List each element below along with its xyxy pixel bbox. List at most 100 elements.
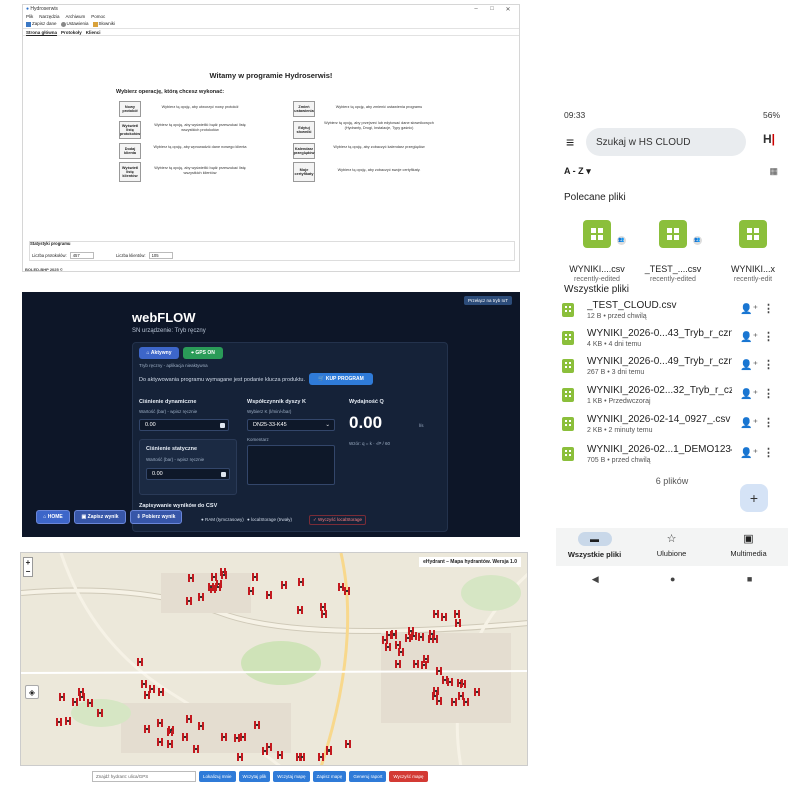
hydrant-marker[interactable] (65, 716, 72, 725)
hydrant-marker[interactable] (237, 753, 243, 761)
hydrant-marker[interactable] (463, 697, 470, 706)
add-file-button[interactable]: + (740, 484, 768, 512)
hydrant-marker[interactable] (397, 647, 404, 656)
hydrant-marker[interactable] (254, 720, 261, 729)
hydrant-marker[interactable] (187, 573, 194, 582)
menu-pomoc[interactable]: Pomoc (91, 14, 105, 19)
hydrant-marker[interactable] (297, 605, 304, 614)
edit-dictionaries-button[interactable]: Edytuj słowniki (293, 121, 315, 139)
hydrant-marker[interactable] (221, 570, 228, 579)
hydrant-marker[interactable] (157, 737, 164, 746)
hydrant-search-input[interactable]: Znajdź hydrant: ulica/GPS (92, 770, 196, 782)
menu-narzedzia[interactable]: Narzędzia (39, 14, 59, 19)
hydrant-marker[interactable] (198, 721, 205, 730)
tab-clients[interactable]: Klienci (86, 30, 101, 35)
hydrant-marker[interactable] (435, 667, 442, 676)
hydrant-marker[interactable] (474, 688, 481, 696)
hydrant-marker[interactable] (185, 714, 192, 723)
nav-download-result-button[interactable]: ⇩ Pobierz wynik (130, 510, 182, 524)
hydrant-marker[interactable] (168, 725, 175, 734)
sort-toggle[interactable]: A - Z ▾ (564, 166, 591, 177)
file-row[interactable]: WYNIKI_2026-0...49_Tryb_r_czny 267 B • 3 … (562, 356, 784, 380)
hydrant-marker[interactable] (344, 739, 351, 748)
hydrant-marker[interactable] (420, 661, 427, 670)
nav-all-files[interactable]: ▬ Wszystkie pliki (556, 532, 633, 559)
menu-plik[interactable]: Plik (26, 14, 33, 19)
hydrant-marker[interactable] (240, 732, 247, 741)
nav-media[interactable]: ▣ Multimedia (710, 532, 787, 558)
load-map-button[interactable]: Wczytaj mapę (273, 770, 310, 782)
settings-button[interactable]: Ustawienia (60, 21, 89, 27)
hydrant-marker[interactable] (185, 596, 192, 605)
recommended-file[interactable]: WYNIKI...x recently-edit (718, 216, 788, 286)
hydrant-marker[interactable] (72, 697, 79, 706)
hydrant-marker[interactable] (408, 627, 415, 636)
more-icon[interactable]: ⋮ (763, 387, 774, 400)
hydrant-marker[interactable] (248, 586, 255, 595)
hydrant-marker[interactable] (78, 688, 85, 697)
hydrant-marker[interactable] (55, 718, 62, 727)
hydrant-marker[interactable] (321, 610, 328, 619)
hydrant-marker[interactable] (428, 629, 435, 638)
save-button[interactable]: Zapisz dane (26, 21, 57, 27)
more-icon[interactable]: ⋮ (763, 446, 774, 459)
file-row[interactable]: WYNIKI_2026-0...43_Tryb_r_czny 4 KB • 4 d… (562, 328, 784, 352)
hydrant-marker[interactable] (440, 612, 447, 621)
hydrant-marker[interactable] (454, 609, 461, 618)
hydrant-marker[interactable] (156, 718, 163, 727)
certificates-button[interactable]: Moje certyfikaty (293, 162, 315, 182)
hydrant-marker[interactable] (394, 640, 401, 649)
save-map-button[interactable]: Zapisz mapę (312, 770, 347, 782)
change-settings-button[interactable]: Zmień ustawienia (293, 101, 315, 117)
dictionaries-button[interactable]: Słowniki (92, 21, 115, 27)
hydrant-marker[interactable] (210, 573, 217, 582)
file-row[interactable]: _TEST_CLOUD.csv 12 B • przed chwilą 👤⁺ ⋮ (562, 300, 784, 324)
hydrant-marker[interactable] (143, 724, 150, 733)
hydrant-marker[interactable] (214, 582, 221, 591)
calendar-button[interactable]: Kalendarz przeglądów (293, 143, 315, 159)
hydrant-marker[interactable] (276, 750, 283, 759)
hydrant-marker[interactable] (343, 586, 350, 595)
localstorage-option[interactable]: ● localStorage (trwały) (247, 517, 292, 522)
more-icon[interactable]: ⋮ (763, 330, 774, 343)
add-client-button[interactable]: Dodaj klienta (119, 143, 141, 159)
share-person-icon[interactable]: 👤⁺ (740, 304, 758, 315)
hydrant-marker[interactable] (233, 734, 240, 743)
hydrant-marker[interactable] (390, 630, 397, 639)
hydrant-marker[interactable] (87, 699, 94, 708)
zoom-in-button[interactable]: + (24, 558, 32, 567)
comment-textarea[interactable] (247, 445, 335, 485)
zoom-out-button[interactable]: − (24, 567, 32, 576)
hydrant-marker[interactable] (137, 657, 144, 666)
generate-report-button[interactable]: Generuj raport (349, 770, 387, 782)
share-person-icon[interactable]: 👤⁺ (740, 360, 758, 371)
hydrant-marker[interactable] (455, 619, 462, 628)
recommended-file[interactable]: 👥 WYNIKI....csv recently-edited (562, 216, 632, 286)
hydrant-marker[interactable] (192, 744, 199, 753)
hydrant-marker[interactable] (149, 684, 156, 693)
hamburger-icon[interactable]: ≡ (566, 135, 574, 149)
hydrant-marker[interactable] (298, 753, 305, 761)
dynamic-pressure-input[interactable]: 0.00 (139, 419, 229, 431)
recents-icon[interactable]: ■ (747, 574, 752, 584)
file-row[interactable]: WYNIKI_2026-02...1_DEMO123456 705 B • prz… (562, 444, 784, 468)
file-row[interactable]: WYNIKI_2026-02...32_Tryb_r_czny 1 KB • Pr… (562, 385, 784, 409)
hydrant-marker[interactable] (266, 590, 273, 599)
nav-save-result-button[interactable]: ▣ Zapisz wynik (74, 510, 126, 524)
hydrant-marker[interactable] (384, 642, 391, 651)
list-protocols-button[interactable]: Wyświetl listę protokołów (119, 121, 141, 139)
buy-program-button[interactable]: 🛒 KUP PROGRAM (309, 373, 373, 385)
hydrant-marker[interactable] (318, 753, 325, 761)
gps-button[interactable]: ⌖ GPS ON (183, 347, 223, 359)
hydrant-marker[interactable] (413, 659, 420, 668)
file-row[interactable]: WYNIKI_2026-02-14_0927_.csv 2 KB • 2 minu… (562, 414, 784, 438)
hydrant-marker[interactable] (181, 733, 188, 742)
hydrant-marker[interactable] (442, 675, 449, 684)
minimize-icon[interactable]: – (468, 6, 484, 12)
clear-map-button[interactable]: Wyczyść mapę (389, 770, 428, 782)
hydrant-marker[interactable] (140, 680, 147, 689)
active-button[interactable]: ⌂ Aktywny (139, 347, 179, 359)
hydrant-marker[interactable] (457, 678, 464, 687)
coefficient-select[interactable]: DN25-33-K45 ⌄ (247, 419, 335, 431)
nav-home-button[interactable]: ⌂ HOME (36, 510, 70, 524)
